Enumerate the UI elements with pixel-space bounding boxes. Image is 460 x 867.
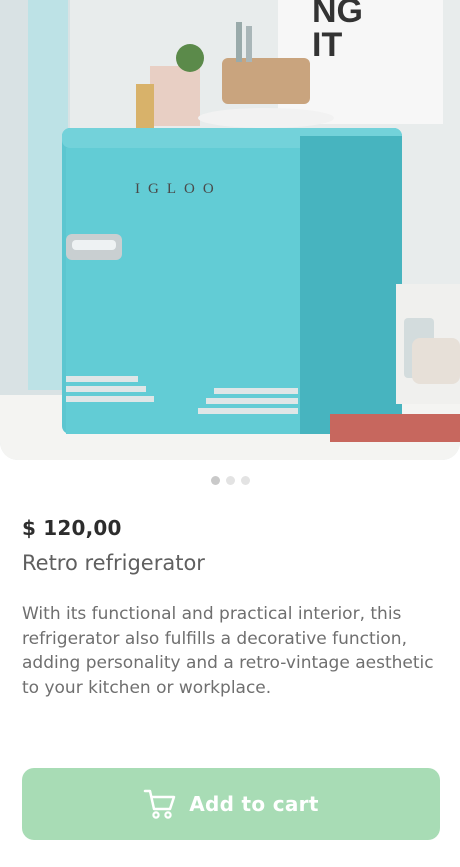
carousel-dot-2[interactable] [225,476,235,485]
refrigerator-photo: NG IT IGLOO [0,0,460,460]
brand-badge: IGLOO [135,181,222,197]
add-to-cart-button[interactable]: Add to cart [22,768,440,840]
product-name: Retro refrigerator [22,551,205,575]
svg-text:IT: IT [312,26,342,64]
product-image[interactable]: NG IT IGLOO [0,0,460,460]
add-to-cart-label: Add to cart [189,792,319,816]
carousel-dot-1[interactable] [210,476,220,485]
carousel-dot-3[interactable] [240,476,250,485]
product-description: With its functional and practical interi… [22,604,434,698]
cart-icon [144,789,176,819]
product-price: $ 120,00 [22,516,122,540]
carousel-dots [0,476,460,485]
